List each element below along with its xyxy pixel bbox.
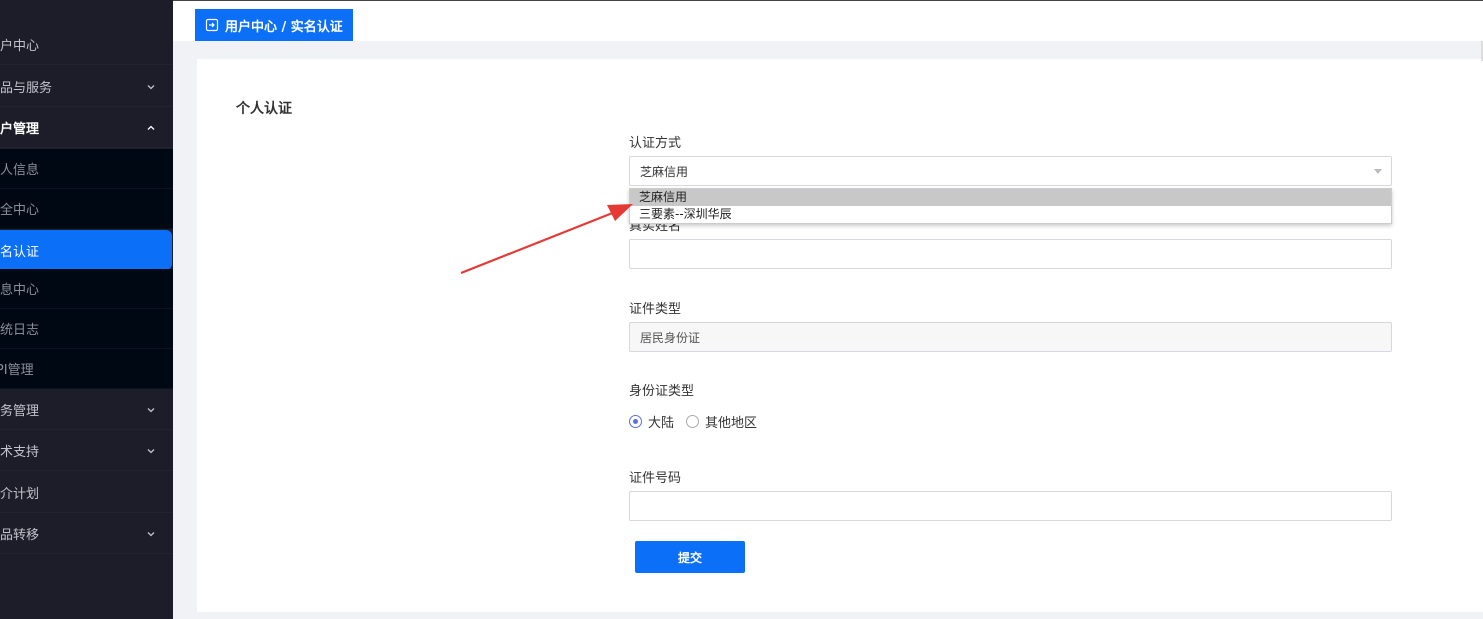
sidebar-item-logs[interactable]: 系统日志 [0,309,173,349]
id-type-radio-group: 大陆 其他地区 [629,412,769,431]
section-title: 个人认证 [236,101,292,117]
doc-type-label: 证件类型 [629,302,682,317]
id-number-input[interactable] [629,491,1392,521]
sidebar-item-user-center[interactable]: 用户中心 [0,25,173,65]
sidebar-item-label: 推介计划 [0,487,40,502]
sidebar-item-label: 产品与服务 [0,81,53,96]
radio-other-regions[interactable] [686,415,700,428]
sidebar-item-label: 个人信息 [0,163,40,178]
breadcrumb[interactable]: 用户中心 / 实名认证 [195,9,353,41]
sidebar-item-support[interactable]: 技术支持 [0,431,173,471]
realname-input[interactable] [629,239,1392,269]
sidebar-item-transfer[interactable]: 产品转移 [0,514,173,554]
breadcrumb-text: 用户中心 / 实名认证 [225,19,343,35]
sidebar-item-label: 财务管理 [0,404,40,419]
doc-type-field: 居民身份证 [629,322,1392,352]
sidebar-item-security[interactable]: 安全中心 [0,189,173,229]
dropdown-option[interactable]: 三要素--深圳华辰 [630,206,1391,223]
chevron-down-icon [144,444,158,458]
sidebar-item-label: 安全中心 [0,203,40,218]
sidebar-item-referral[interactable]: 推介计划 [0,473,173,513]
dropdown-option[interactable]: 芝麻信用 [630,189,1391,206]
submit-button[interactable]: 提交 [635,541,745,573]
radio-mainland[interactable] [629,415,642,428]
method-select-value: 芝麻信用 [640,164,689,179]
doc-type-value: 居民身份证 [640,330,701,345]
radio-label: 其他地区 [705,416,758,431]
sidebar-item-label: 实名认证 [0,244,40,260]
method-label: 认证方式 [629,136,682,151]
sidebar-item-label: 产品转移 [0,528,40,543]
sidebar-item-realname[interactable]: 实名认证 [0,230,172,270]
sidebar-item-label: 系统日志 [0,323,40,338]
sidebar-item-label: 消息中心 [0,283,40,298]
sidebar: 用户中心 产品与服务 账户管理 个人信息 安全中心 实名认证 消息中心 系统日志… [0,0,173,619]
sidebar-item-finance[interactable]: 财务管理 [0,390,173,430]
sidebar-item-label: API管理 [0,363,34,378]
sidebar-item-label: 技术支持 [0,445,40,460]
caret-down-icon [1374,169,1382,174]
method-select[interactable]: 芝麻信用 [629,156,1392,186]
id-number-label: 证件号码 [629,471,682,486]
sidebar-item-account[interactable]: 账户管理 [0,108,173,148]
login-icon [205,18,219,32]
id-type-label: 身份证类型 [629,384,695,399]
radio-label: 大陆 [648,416,675,431]
chevron-up-icon [144,121,158,135]
chevron-down-icon [144,80,158,94]
top-bar [173,0,1483,41]
sidebar-item-label: 用户中心 [0,39,40,54]
chevron-down-icon [144,527,158,541]
sidebar-item-label: 账户管理 [0,122,40,137]
method-dropdown: 芝麻信用 三要素--深圳华辰 [629,188,1392,224]
sidebar-item-products[interactable]: 产品与服务 [0,67,173,107]
chevron-down-icon [144,403,158,417]
sidebar-item-api[interactable]: API管理 [0,349,173,389]
annotation-arrow-icon [460,204,633,275]
sidebar-item-profile[interactable]: 个人信息 [0,149,173,189]
sidebar-item-messages[interactable]: 消息中心 [0,269,173,309]
